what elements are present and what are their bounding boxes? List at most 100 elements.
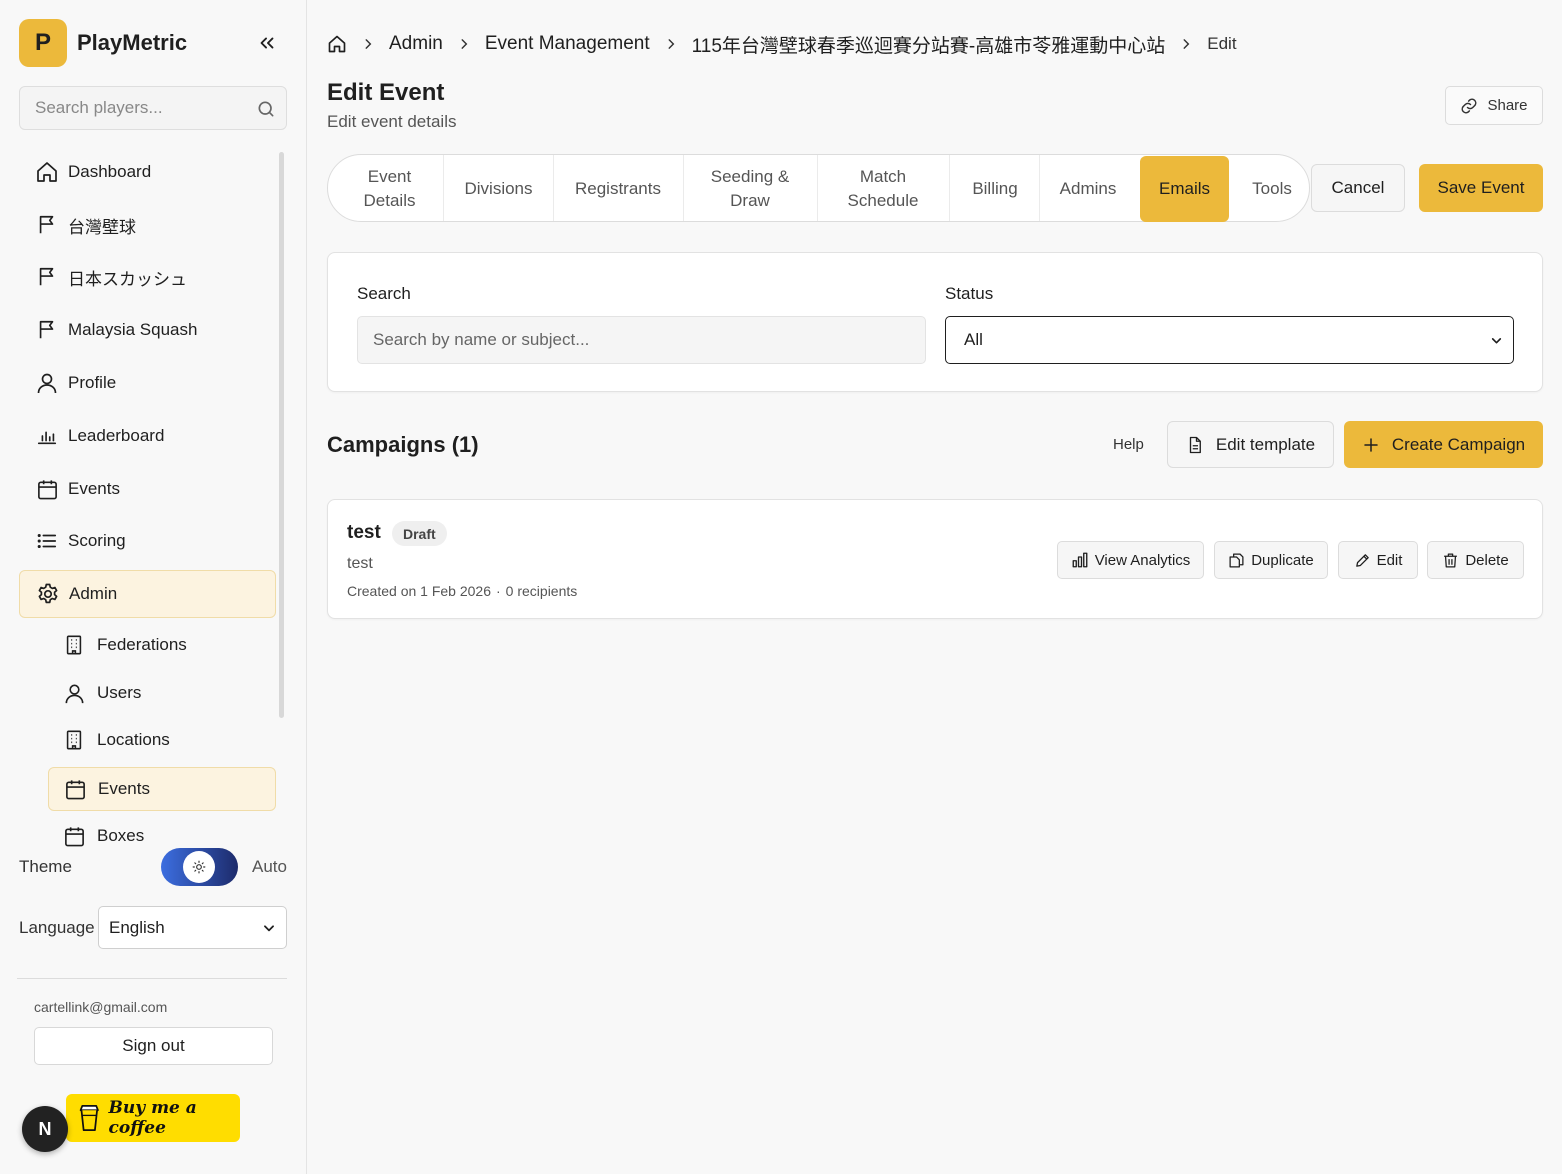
tab-event-details[interactable]: Event Details: [339, 156, 440, 222]
chevron-right-icon: [1179, 37, 1193, 51]
buy-me-a-coffee-button[interactable]: Buy me a coffee: [66, 1094, 240, 1142]
sidebar-item-admin[interactable]: Admin: [19, 570, 276, 618]
duplicate-label: Duplicate: [1251, 551, 1314, 569]
save-event-button[interactable]: Save Event: [1419, 164, 1543, 212]
tab-divider: [553, 155, 554, 221]
delete-campaign-button[interactable]: Delete: [1427, 541, 1524, 579]
breadcrumb-event-management[interactable]: Event Management: [485, 33, 650, 55]
plus-icon: [1362, 436, 1380, 454]
meta-separator: ·: [496, 583, 501, 599]
breadcrumb-current: Edit: [1207, 34, 1237, 53]
tab-divider: [1039, 155, 1040, 221]
edit-template-button[interactable]: Edit template: [1167, 421, 1334, 468]
sidebar-subitem-federations[interactable]: Federations: [48, 623, 276, 667]
sidebar-item-profile[interactable]: Profile: [19, 359, 276, 407]
tab-divisions[interactable]: Divisions: [446, 156, 551, 222]
sidebar-item-events[interactable]: Events: [19, 465, 276, 513]
delete-campaign-label: Delete: [1465, 551, 1509, 569]
language-select[interactable]: English: [98, 906, 287, 949]
flag-icon: [34, 317, 60, 343]
campaign-card[interactable]: test Draft test Created on 1 Feb 2026 · 0 …: [327, 499, 1543, 619]
language-label: Language: [19, 918, 95, 937]
bar-chart-icon: [1071, 551, 1089, 569]
duplicate-button[interactable]: Duplicate: [1214, 541, 1328, 579]
home-icon: [34, 159, 60, 185]
theme-label: Theme: [19, 857, 72, 876]
sidebar-subitem-label: Events: [98, 779, 150, 798]
sidebar-item-label: Dashboard: [68, 162, 152, 181]
sidebar-subitem-events[interactable]: Events: [48, 767, 276, 811]
tab-registrants[interactable]: Registrants: [556, 156, 680, 222]
tab-match-schedule[interactable]: Match Schedule: [820, 156, 946, 222]
breadcrumb-event-name[interactable]: 115年台灣壁球春季巡迴賽分站賽-高雄市苓雅運動中心站: [692, 31, 1166, 58]
copy-icon: [1228, 552, 1245, 569]
sidebar-item-taiwan-squash[interactable]: 台灣壁球: [19, 201, 276, 249]
sidebar-scrollbar[interactable]: [279, 152, 284, 718]
sidebar-item-label: 日本スカッシュ: [68, 269, 187, 289]
sidebar-item-label: Profile: [68, 373, 117, 392]
sign-out-button[interactable]: Sign out: [34, 1027, 273, 1065]
sidebar-subitem-locations[interactable]: Locations: [48, 718, 276, 762]
app-name[interactable]: PlayMetric: [77, 30, 187, 56]
player-search: [19, 86, 287, 130]
player-search-input[interactable]: [20, 87, 286, 129]
home-icon[interactable]: [327, 34, 347, 54]
view-analytics-button[interactable]: View Analytics: [1057, 541, 1204, 579]
sidebar-item-dashboard[interactable]: Dashboard: [19, 148, 276, 196]
sidebar-item-scoring[interactable]: Scoring: [19, 517, 276, 565]
calendar-icon: [34, 476, 60, 502]
sidebar: P PlayMetric Dashboard 台灣壁球 日本スカッシュ Mala…: [0, 0, 307, 1174]
email-filters-card: Search Status All: [327, 252, 1543, 392]
coffee-cup-icon: [79, 1104, 99, 1132]
campaign-subject: test: [347, 555, 373, 572]
chevron-right-icon: [361, 37, 375, 51]
sidebar-item-label: Admin: [69, 584, 118, 603]
sidebar-subitem-label: Locations: [97, 730, 170, 749]
building-icon: [62, 728, 86, 752]
theme-knob: [183, 851, 215, 883]
edit-template-label: Edit template: [1215, 434, 1316, 454]
event-tabs: Event Details Divisions Registrants Seed…: [327, 154, 1310, 222]
edit-campaign-button[interactable]: Edit: [1338, 541, 1418, 579]
pencil-icon: [1354, 552, 1371, 569]
collapse-sidebar-button[interactable]: [252, 28, 282, 58]
status-select[interactable]: All: [945, 316, 1514, 364]
sidebar-item-leaderboard[interactable]: Leaderboard: [19, 412, 276, 460]
edit-campaign-label: Edit: [1376, 551, 1403, 569]
tab-emails[interactable]: Emails: [1140, 156, 1229, 222]
language-value: English: [109, 917, 165, 937]
sidebar-item-label: 台灣壁球: [68, 217, 136, 237]
chevron-right-icon: [457, 37, 471, 51]
create-campaign-button[interactable]: Create Campaign: [1344, 421, 1543, 468]
document-icon: [1186, 436, 1204, 454]
campaign-search-input[interactable]: [358, 317, 925, 363]
sidebar-divider: [17, 978, 287, 979]
tab-billing[interactable]: Billing: [952, 156, 1038, 222]
sidebar-item-label: Scoring: [68, 531, 126, 550]
tab-seeding-draw[interactable]: Seeding & Draw: [686, 156, 814, 222]
tab-divider: [683, 155, 684, 221]
app-logo[interactable]: P: [19, 19, 67, 67]
tab-tools[interactable]: Tools: [1233, 156, 1311, 222]
sun-icon: [192, 860, 206, 874]
help-link[interactable]: Help: [1113, 436, 1144, 453]
page-title: Edit Event: [327, 79, 445, 106]
cancel-button[interactable]: Cancel: [1311, 164, 1405, 212]
tab-divider: [443, 155, 444, 221]
sidebar-item-malaysia-squash[interactable]: Malaysia Squash: [19, 306, 276, 354]
share-label: Share: [1487, 97, 1528, 114]
sidebar-item-japan-squash[interactable]: 日本スカッシュ: [19, 253, 276, 301]
building-icon: [62, 633, 86, 657]
create-campaign-label: Create Campaign: [1391, 434, 1526, 454]
sidebar-subitem-users[interactable]: Users: [48, 671, 276, 715]
nextjs-badge[interactable]: N: [22, 1106, 68, 1152]
flag-icon: [34, 264, 60, 290]
campaign-search: [357, 316, 926, 364]
breadcrumb-admin[interactable]: Admin: [389, 33, 443, 55]
calendar-icon: [63, 777, 87, 801]
theme-toggle[interactable]: [161, 848, 238, 886]
user-icon: [62, 681, 86, 705]
tab-admins[interactable]: Admins: [1042, 156, 1134, 222]
sidebar-subitem-boxes[interactable]: Boxes: [48, 814, 276, 858]
share-button[interactable]: Share: [1445, 86, 1543, 125]
